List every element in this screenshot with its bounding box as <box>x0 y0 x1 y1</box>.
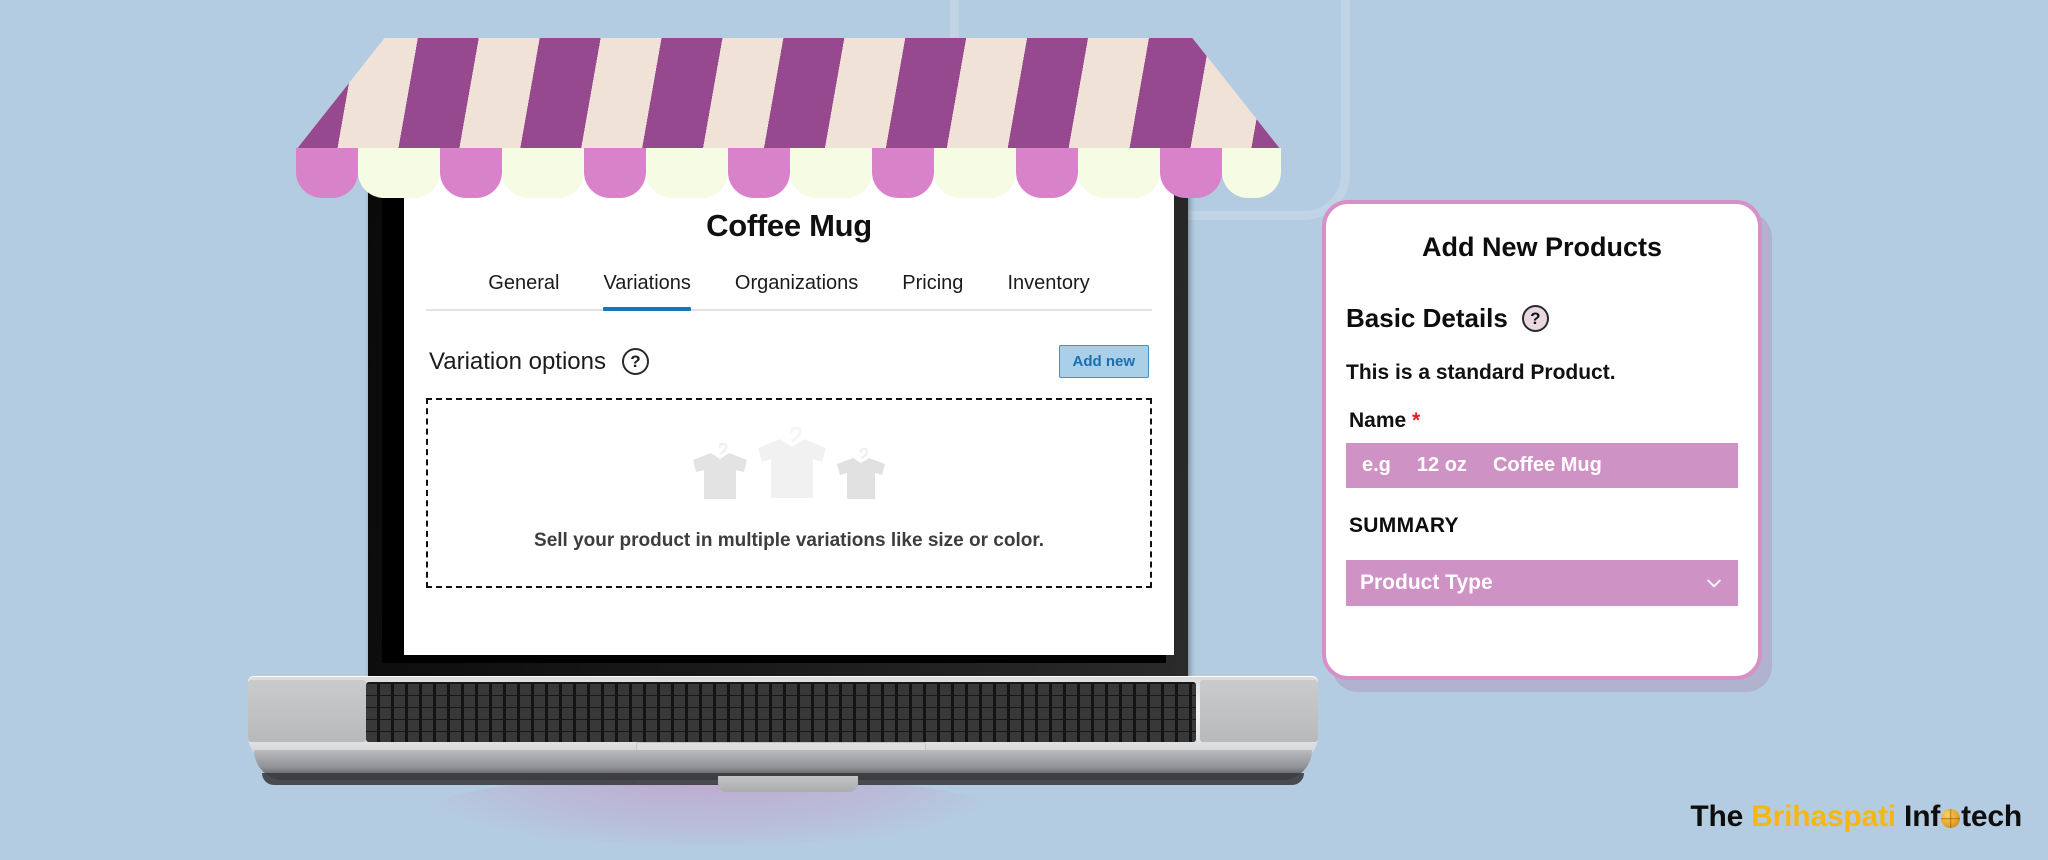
awning-canopy-stripes <box>296 38 1281 150</box>
palm-rest-right <box>1200 680 1318 742</box>
name-input-example-value: Coffee Mug <box>1492 454 1602 476</box>
shop-awning-illustration <box>296 38 1281 198</box>
globe-icon <box>1941 809 1961 828</box>
awning-scallop <box>296 148 358 198</box>
awning-scallop <box>934 148 1016 198</box>
tshirt-illustration-group <box>689 426 889 506</box>
palm-rest-left <box>248 680 366 742</box>
tshirt-on-hanger-icon <box>758 426 826 498</box>
product-type-value: Product Type <box>1360 571 1493 594</box>
awning-scallop <box>728 148 790 198</box>
logo-word-inf: Inf <box>1895 800 1941 833</box>
tab-variations[interactable]: Variations <box>603 272 692 311</box>
logo-word-the: The <box>1690 800 1752 833</box>
tab-organizations[interactable]: Organizations <box>735 272 858 309</box>
name-label-text: Name <box>1349 409 1407 432</box>
tab-general[interactable]: General <box>488 272 559 309</box>
awning-scallop <box>790 148 872 198</box>
name-input-example-size: 12 oz <box>1416 454 1467 476</box>
logo-word-brihaspati: Brihaspati <box>1751 800 1896 833</box>
awning-scallop <box>646 148 728 198</box>
standard-product-note: This is a standard Product. <box>1346 361 1616 384</box>
company-logo: The Brihaspati Inf tech <box>1690 800 2022 834</box>
summary-label: SUMMARY <box>1349 514 1459 537</box>
laptop-illustration: Coffee Mug General Variations Organizati… <box>248 160 1318 810</box>
question-mark-icon[interactable]: ? <box>622 348 649 375</box>
product-type-select[interactable]: Product Type <box>1346 560 1738 606</box>
chevron-down-icon <box>1707 579 1721 588</box>
card-title: Add New Products <box>1421 232 1663 262</box>
tab-bar: General Variations Organizations Pricing… <box>426 272 1152 311</box>
empty-state-message: Sell your product in multiple variations… <box>534 530 1044 551</box>
awning-scallop <box>358 148 440 198</box>
basic-details-header: Basic Details ? <box>1346 303 1738 334</box>
add-new-button[interactable]: Add new <box>1058 345 1149 378</box>
laptop-bezel: Coffee Mug General Variations Organizati… <box>382 160 1174 663</box>
section-title: Variation options <box>429 347 606 375</box>
laptop-screen: Coffee Mug General Variations Organizati… <box>404 160 1174 655</box>
add-new-products-card: Add New Products Basic Details ? This is… <box>1322 200 1762 680</box>
awning-scallop <box>1160 148 1222 198</box>
awning-scallop <box>1016 148 1078 198</box>
name-input[interactable]: e.g 12 oz Coffee Mug <box>1346 443 1738 488</box>
laptop-keyboard <box>366 682 1196 742</box>
tshirt-on-hanger-icon <box>693 442 747 499</box>
laptop-lid: Coffee Mug General Variations Organizati… <box>368 160 1188 680</box>
name-input-prefix: e.g <box>1362 454 1391 476</box>
question-mark-icon[interactable]: ? <box>1521 305 1549 332</box>
laptop-base <box>248 676 1318 792</box>
awning-scallops <box>296 148 1281 198</box>
awning-scallop <box>502 148 584 198</box>
required-marker: * <box>1412 409 1421 432</box>
laptop-front-notch <box>718 776 858 792</box>
variation-options-header: Variation options ? Add new <box>426 345 1152 378</box>
name-field-label: Name * <box>1346 409 1738 433</box>
logo-word-tech: tech <box>1961 800 2022 833</box>
basic-details-title: Basic Details <box>1346 303 1508 333</box>
awning-scallop <box>584 148 646 198</box>
product-editor-app: Coffee Mug General Variations Organizati… <box>404 160 1174 655</box>
variations-empty-state[interactable]: Sell your product in multiple variations… <box>426 398 1152 588</box>
section-title-group: Variation options ? <box>429 348 649 376</box>
awning-scallop <box>1078 148 1160 198</box>
awning-scallop <box>1222 148 1281 198</box>
awning-scallop <box>872 148 934 198</box>
awning-scallop <box>440 148 502 198</box>
tshirt-on-hanger-icon <box>837 448 885 499</box>
tab-pricing[interactable]: Pricing <box>902 272 963 309</box>
awning-canopy <box>296 38 1281 150</box>
tab-inventory[interactable]: Inventory <box>1007 272 1089 309</box>
